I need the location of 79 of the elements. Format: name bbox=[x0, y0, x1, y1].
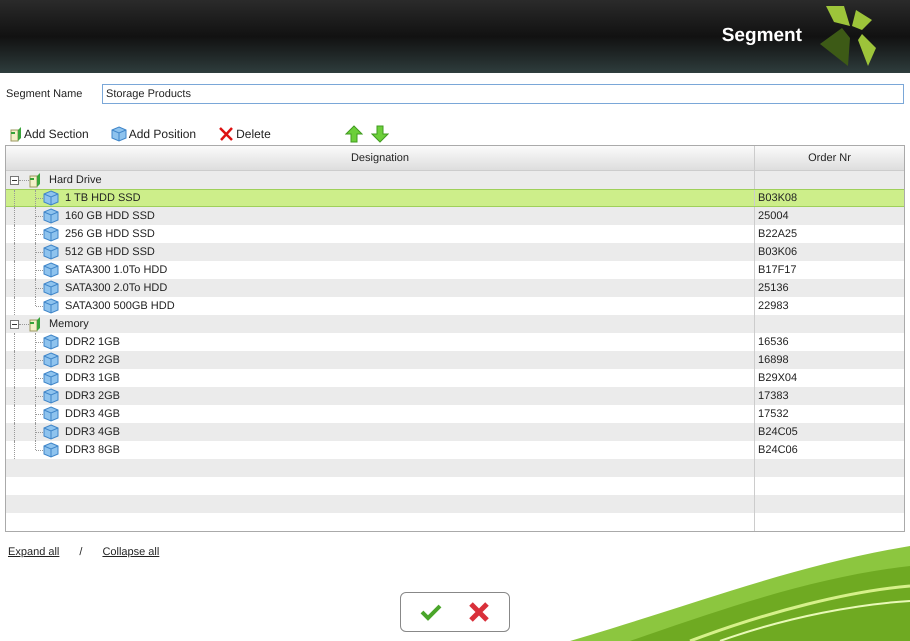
item-label: 256 GB HDD SSD bbox=[65, 226, 155, 242]
section-label: Hard Drive bbox=[49, 172, 102, 188]
tree-row[interactable]: DDR3 2GB 17383 bbox=[6, 387, 904, 405]
tree-row[interactable]: DDR2 2GB 16898 bbox=[6, 351, 904, 369]
collapse-toggle[interactable] bbox=[10, 176, 19, 184]
order-number: 16898 bbox=[758, 352, 789, 368]
close-icon bbox=[468, 601, 490, 623]
order-number: 17532 bbox=[758, 406, 789, 422]
tree-row[interactable]: 512 GB HDD SSD B03K06 bbox=[6, 243, 904, 261]
order-number: B24C05 bbox=[758, 424, 798, 440]
item-label: DDR3 4GB bbox=[65, 406, 120, 422]
down-arrow-icon bbox=[370, 125, 389, 143]
item-label: SATA300 500GB HDD bbox=[65, 298, 175, 314]
order-number: B24C06 bbox=[758, 442, 798, 458]
cube-icon bbox=[43, 442, 59, 458]
x-icon bbox=[218, 126, 234, 142]
item-label: DDR2 2GB bbox=[65, 352, 120, 368]
tree-row[interactable]: DDR3 4GB B24C05 bbox=[6, 423, 904, 441]
cube-icon bbox=[43, 226, 59, 242]
column-header: Order Nr bbox=[807, 150, 852, 166]
item-label: 160 GB HDD SSD bbox=[65, 208, 155, 224]
separator-text: / bbox=[79, 545, 82, 560]
cancel-button[interactable] bbox=[468, 601, 490, 623]
item-label: DDR3 8GB bbox=[65, 442, 120, 458]
item-label: DDR3 1GB bbox=[65, 370, 120, 386]
cube-icon bbox=[43, 280, 59, 296]
order-number: 17383 bbox=[758, 388, 789, 404]
folder-icon bbox=[10, 126, 22, 142]
order-number: 16536 bbox=[758, 334, 789, 350]
move-up-button[interactable] bbox=[344, 125, 363, 143]
column-header: Designation bbox=[6, 146, 755, 170]
folder-icon bbox=[29, 172, 41, 188]
expand-all-link[interactable]: Expand all bbox=[8, 544, 60, 560]
checkmark-icon bbox=[420, 602, 442, 622]
confirm-button[interactable] bbox=[420, 602, 442, 622]
cube-icon bbox=[43, 244, 59, 260]
item-label: SATA300 2.0To HDD bbox=[65, 280, 168, 296]
item-label: 512 GB HDD SSD bbox=[65, 244, 155, 260]
add-button[interactable]: Add Position bbox=[110, 125, 196, 143]
collapse-all-link[interactable]: Collapse all bbox=[102, 544, 160, 560]
cube-icon bbox=[43, 406, 59, 422]
cube-icon bbox=[43, 334, 59, 350]
order-number: B22A25 bbox=[758, 226, 798, 242]
tree-row[interactable]: 160 GB HDD SSD 25004 bbox=[6, 207, 904, 225]
cube-icon bbox=[110, 126, 127, 142]
cube-icon bbox=[43, 262, 59, 278]
cube-icon bbox=[43, 388, 59, 404]
section-label: Memory bbox=[49, 316, 89, 332]
tree-row[interactable]: SATA300 2.0To HDD 25136 bbox=[6, 279, 904, 297]
delete-button[interactable]: Delete bbox=[218, 125, 271, 143]
item-label: DDR3 4GB bbox=[65, 424, 120, 440]
order-number: B03K06 bbox=[758, 244, 798, 260]
order-number: B29X04 bbox=[758, 370, 798, 386]
cube-icon bbox=[43, 370, 59, 386]
order-number: B17F17 bbox=[758, 262, 797, 278]
item-label: DDR2 1GB bbox=[65, 334, 120, 350]
folder-icon bbox=[29, 316, 41, 332]
segment-name-label: Segment Name bbox=[6, 86, 84, 102]
page-title: Segment bbox=[722, 24, 802, 48]
order-number: B03K08 bbox=[758, 190, 798, 206]
tree-row[interactable]: Memory bbox=[6, 315, 904, 333]
order-number: 25004 bbox=[758, 208, 789, 224]
tree-row[interactable]: 1 TB HDD SSD B03K08 bbox=[6, 189, 904, 207]
cube-icon bbox=[43, 424, 59, 440]
add-button[interactable]: Add Section bbox=[10, 125, 89, 143]
order-number: 22983 bbox=[758, 298, 789, 314]
tree-row[interactable]: Hard Drive bbox=[6, 171, 904, 189]
cube-icon bbox=[43, 352, 59, 368]
item-label: SATA300 1.0To HDD bbox=[65, 262, 168, 278]
cube-icon bbox=[43, 298, 59, 314]
cube-icon bbox=[43, 190, 59, 206]
cube-icon bbox=[43, 208, 59, 224]
segment-name-field[interactable]: Storage Products bbox=[102, 84, 904, 104]
move-down-button[interactable] bbox=[370, 125, 389, 143]
collapse-toggle[interactable] bbox=[10, 320, 19, 328]
up-arrow-icon bbox=[344, 125, 363, 143]
order-number: 25136 bbox=[758, 280, 789, 296]
item-label: DDR3 2GB bbox=[65, 388, 120, 404]
item-label: 1 TB HDD SSD bbox=[65, 190, 141, 206]
